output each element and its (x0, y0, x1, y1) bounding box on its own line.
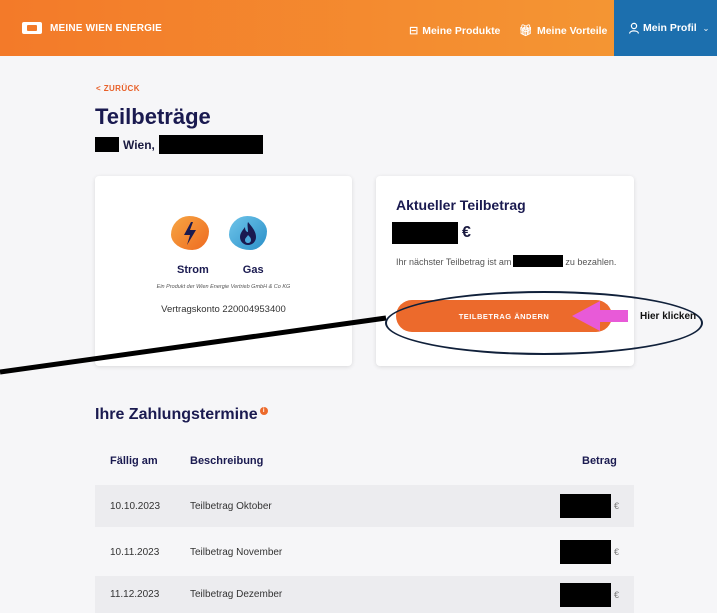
address-city: Wien, (123, 137, 155, 152)
payments-title: Ihre Zahlungstermine i (95, 406, 268, 424)
column-header-description: Beschreibung (190, 455, 264, 467)
amount-currency: € (462, 224, 471, 241)
brand-name: MEINE WIEN ENERGIE (50, 22, 162, 34)
redacted-block (158, 135, 263, 154)
payments-title-text: Ihre Zahlungstermine (95, 406, 258, 423)
row-description: Teilbetrag November (190, 546, 283, 558)
box-icon: ⊟ (409, 25, 419, 37)
row-currency: € (614, 547, 620, 557)
amount-title: Aktueller Teilbetrag (396, 197, 526, 213)
product-provider-note: Ein Produkt der Wien Energie Vertrieb Gm… (156, 284, 291, 290)
row-description: Teilbetrag Oktober (190, 500, 272, 512)
row-date: 10.11.2023 (110, 546, 160, 558)
back-link[interactable]: < ZURÜCK (96, 84, 140, 93)
row-currency: € (614, 501, 620, 511)
row-amount: € (560, 540, 619, 564)
click-here-label: Hier klicken (640, 311, 697, 322)
top-header: MEINE WIEN ENERGIE ⊟ Meine Produkte 🎁︎ M… (0, 0, 717, 56)
brand-link[interactable]: MEINE WIEN ENERGIE (22, 22, 162, 34)
row-description: Teilbetrag Dezember (190, 589, 283, 600)
row-amount: € (560, 494, 619, 518)
product-icons (171, 216, 267, 250)
row-date: 11.12.2023 (110, 589, 160, 600)
redacted-block (560, 540, 611, 564)
redacted-block (560, 494, 611, 518)
chevron-down-icon: ⌄ (702, 23, 710, 33)
row-currency: € (614, 589, 620, 600)
redacted-block (95, 137, 119, 152)
redacted-block (513, 255, 564, 267)
nav-meine-produkte-label: Meine Produkte (422, 24, 501, 37)
column-header-date: Fällig am (110, 455, 158, 467)
product-strom-label: Strom (177, 264, 209, 276)
nav-meine-vorteile-label: Meine Vorteile (536, 24, 608, 37)
page-title: Teilbeträge (95, 104, 211, 129)
address-line: Wien, (95, 135, 263, 154)
next-payment-text-start: Ihr nächster Teilbetrag ist am (396, 257, 512, 267)
table-row: 11.12.2023 Teilbetrag Dezember € (95, 576, 634, 613)
info-icon[interactable]: i (259, 407, 268, 415)
table-row: 10.10.2023 Teilbetrag Oktober € (95, 485, 634, 527)
product-labels: Strom Gas (177, 264, 264, 276)
gift-icon: 🎁︎ (519, 25, 533, 37)
redacted-block (560, 582, 611, 607)
next-payment-text-end: zu bezahlen. (565, 257, 617, 267)
row-date: 10.10.2023 (110, 500, 161, 512)
column-header-amount: Betrag (582, 455, 617, 467)
profile-label: Mein Profil (643, 22, 697, 34)
redacted-block (392, 222, 458, 244)
amount-value: € (392, 222, 471, 244)
wien-energie-logo-icon (22, 22, 42, 34)
products-card: Strom Gas Ein Produkt der Wien Energie V… (95, 176, 352, 366)
nav-meine-vorteile[interactable]: 🎁︎ Meine Vorteile (519, 24, 608, 38)
next-payment-text: Ihr nächster Teilbetrag ist am zu bezahle… (396, 255, 621, 269)
user-icon (628, 22, 640, 34)
product-gas-label: Gas (242, 264, 264, 276)
flame-icon (229, 216, 267, 250)
highlight-ellipse (385, 291, 703, 355)
nav-meine-produkte[interactable]: ⊟ Meine Produkte (409, 24, 501, 38)
row-amount: € (560, 582, 620, 607)
lightning-icon (171, 216, 209, 250)
contract-number: Vertragskonto 220004953400 (161, 304, 286, 315)
table-row: 10.11.2023 Teilbetrag November € (95, 531, 634, 573)
profile-menu[interactable]: Mein Profil ⌄ (614, 0, 717, 56)
